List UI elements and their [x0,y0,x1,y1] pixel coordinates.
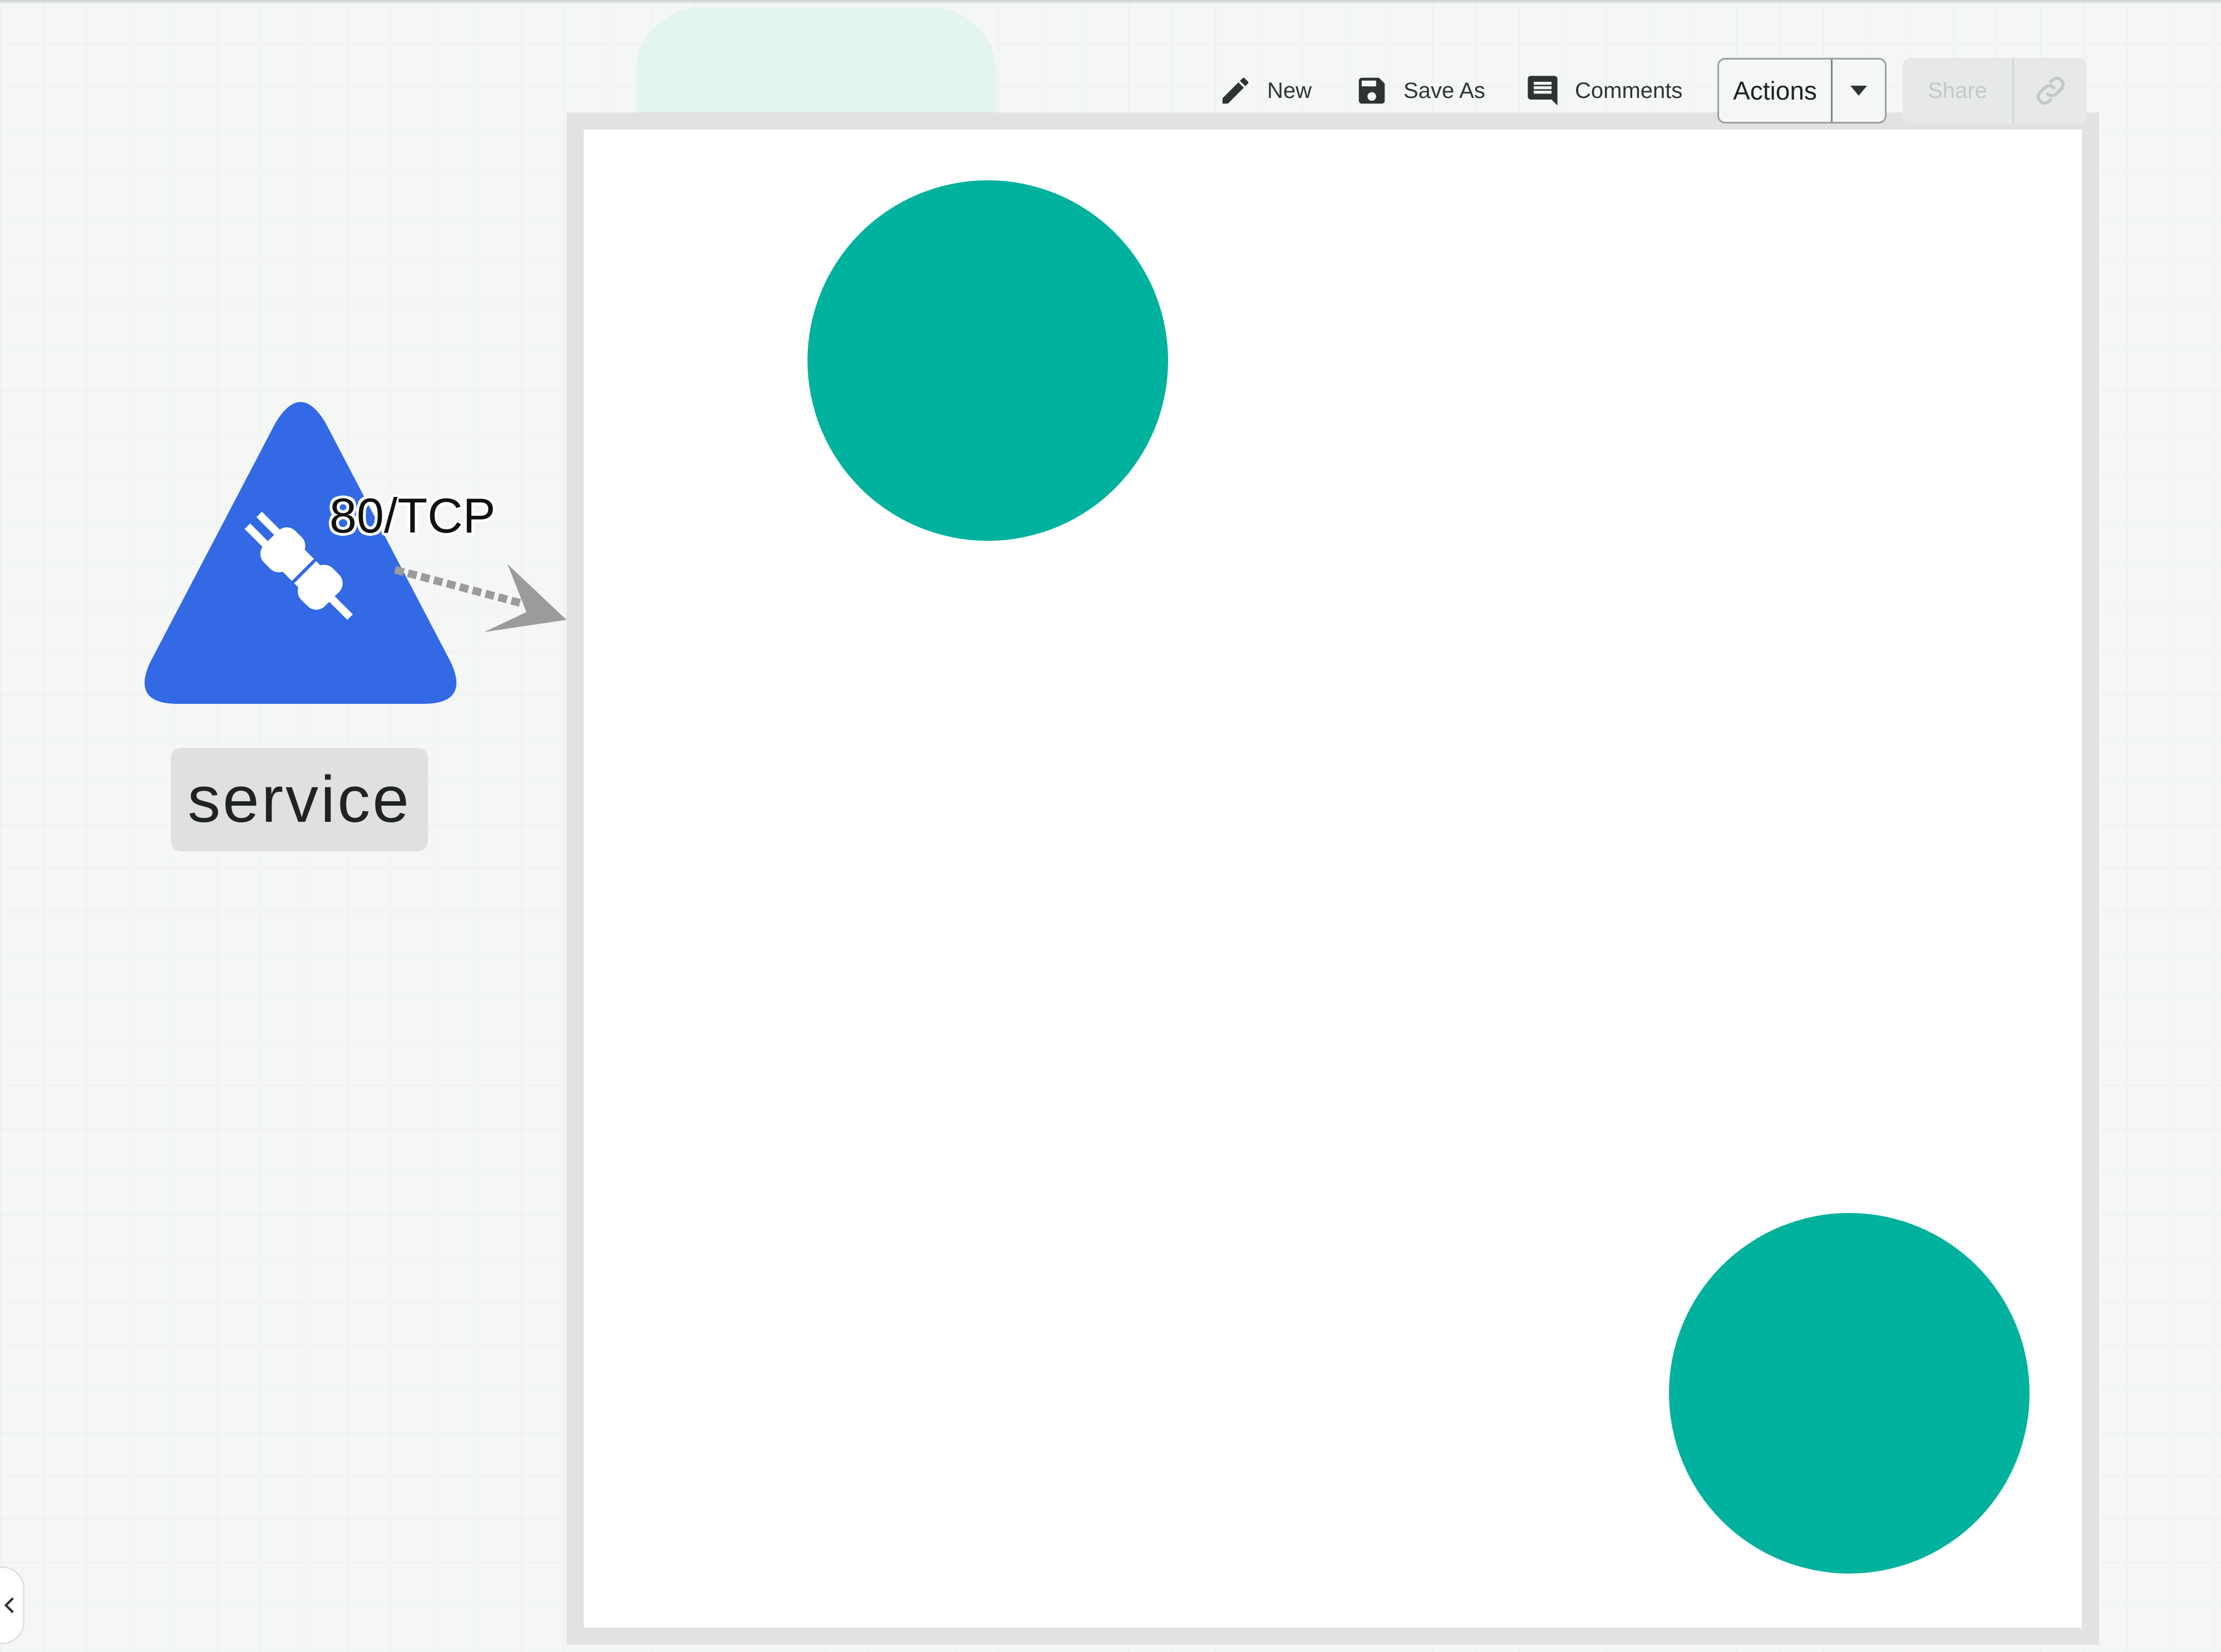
pod-node[interactable] [807,180,1168,541]
save-as-button-label: Save As [1403,78,1485,103]
share-link-button[interactable] [2014,58,2087,124]
new-button-label: New [1267,78,1312,103]
comment-icon [1528,76,1558,106]
save-as-button[interactable]: Save As [1355,66,1485,116]
comments-button-label: Comments [1575,78,1683,103]
window-top-edge [0,0,2221,4]
comments-button[interactable]: Comments [1525,66,1682,116]
service-label: service [171,748,428,851]
share-split-button[interactable]: Share [1903,58,2087,124]
actions-button[interactable]: Actions [1719,60,1833,122]
edge-port-label: 80/TCP [329,488,496,543]
actions-split-button[interactable]: Actions [1717,58,1887,124]
pod-node[interactable] [1669,1213,2030,1574]
floppy-disk-icon [1358,77,1385,104]
pencil-icon [1222,77,1249,104]
link-icon [2036,77,2065,105]
caret-down-icon [1850,86,1867,96]
actions-dropdown-toggle[interactable] [1833,60,1885,122]
chevron-left-icon [4,1597,14,1614]
collapse-panel-button[interactable] [0,1566,24,1644]
new-button[interactable]: New [1218,66,1312,116]
service-edge-arrow[interactable] [390,551,579,651]
share-button[interactable]: Share [1903,58,2014,124]
